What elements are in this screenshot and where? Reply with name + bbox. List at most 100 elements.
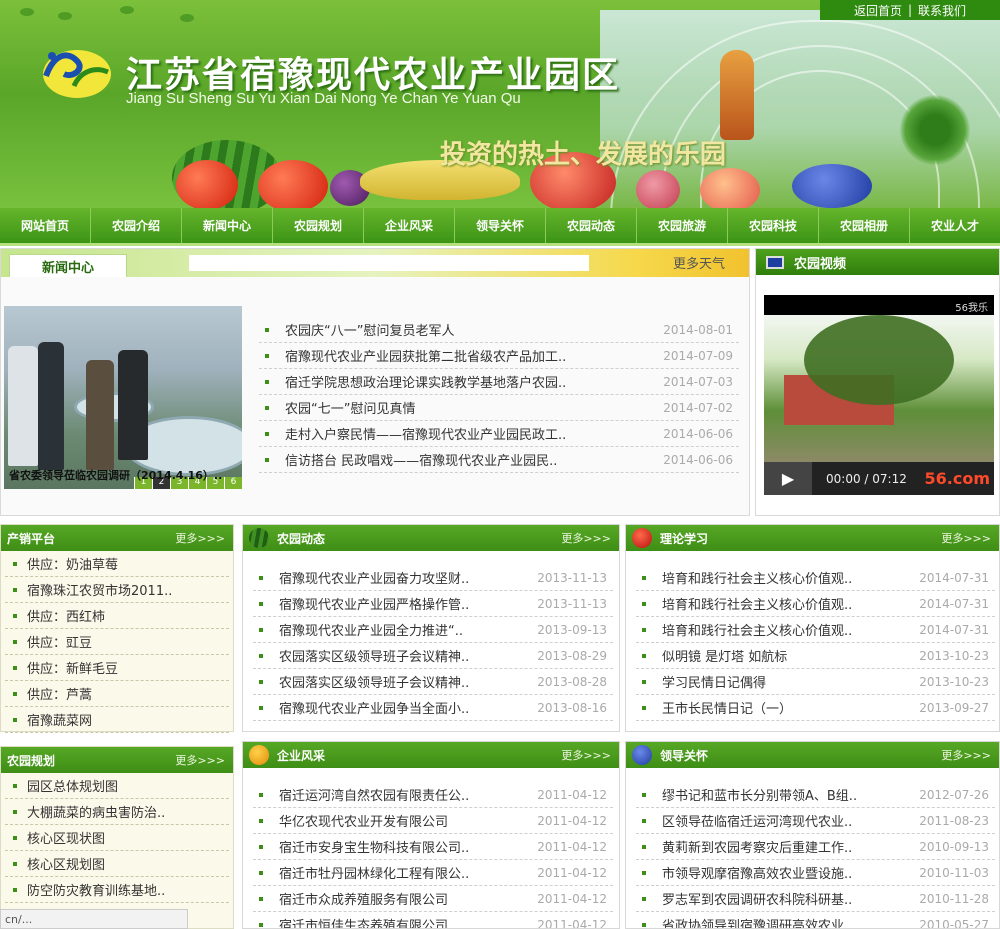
- video-player[interactable]: 56我乐 ▶ 00:00 / 07:12 56.com: [764, 295, 994, 495]
- list-item[interactable]: 似明镜 是灯塔 如航标 2013-10-23: [636, 643, 995, 669]
- list-item[interactable]: 罗志军到农园调研农科院科研基.. 2010-11-28: [636, 886, 995, 912]
- list-item[interactable]: 王市长民情日记（一） 2013-09-27: [636, 695, 995, 721]
- list-item[interactable]: 黄莉新到农园考察灾后重建工作.. 2010-09-13: [636, 834, 995, 860]
- sales-item[interactable]: 宿豫珠江农贸市场2011..: [27, 580, 229, 599]
- news-title[interactable]: 农园庆“八一”慰问复员老军人: [285, 320, 663, 339]
- list-item[interactable]: 宿豫珠江农贸市场2011..: [5, 577, 229, 603]
- nav-news[interactable]: 新闻中心: [182, 208, 273, 243]
- list-item[interactable]: 核心区规划图: [5, 851, 229, 877]
- list-item[interactable]: 学习民情日记偶得 2013-10-23: [636, 669, 995, 695]
- nav-home[interactable]: 网站首页: [0, 208, 91, 243]
- list-item[interactable]: 宿豫现代农业产业园全力推进“.. 2013-09-13: [253, 617, 613, 643]
- list-item[interactable]: 核心区现状图: [5, 825, 229, 851]
- theory-more-link[interactable]: 更多>>>: [941, 530, 991, 546]
- list-item[interactable]: 供应：西红柿: [5, 603, 229, 629]
- list-item[interactable]: 宿豫现代农业产业园严格操作管.. 2013-11-13: [253, 591, 613, 617]
- sales-item[interactable]: 供应：新鲜毛豆: [27, 658, 229, 677]
- enterprise-title[interactable]: 宿迁运河湾自然农园有限责任公..: [279, 785, 537, 804]
- enterprise-title[interactable]: 华亿农现代农业开发有限公司: [279, 811, 537, 830]
- play-icon[interactable]: ▶: [764, 462, 812, 495]
- list-item[interactable]: 宿豫现代农业产业园获批第二批省级农产品加工.. 2014-07-09: [259, 343, 739, 369]
- list-item[interactable]: 培育和践行社会主义核心价值观.. 2014-07-31: [636, 617, 995, 643]
- list-item[interactable]: 宿豫现代农业产业园争当全面小.. 2013-08-16: [253, 695, 613, 721]
- photo-caption[interactable]: 省农委领导莅临农园调研（2014.4.16）..: [9, 467, 222, 483]
- list-item[interactable]: 缪书记和蓝市长分别带领A、B组.. 2012-07-26: [636, 782, 995, 808]
- list-item[interactable]: 供应：奶油草莓: [5, 551, 229, 577]
- list-item[interactable]: 培育和践行社会主义核心价值观.. 2014-07-31: [636, 565, 995, 591]
- list-item[interactable]: 华亿农现代农业开发有限公司 2011-04-12: [253, 808, 613, 834]
- planning-item[interactable]: 园区总体规划图: [27, 776, 229, 795]
- news-title[interactable]: 走村入户察民情——宿豫现代农业产业园民政工..: [285, 424, 663, 443]
- enterprise-title[interactable]: 宿迁市众成养殖服务有限公司: [279, 889, 537, 908]
- nav-enterprise[interactable]: 企业风采: [364, 208, 455, 243]
- news-title[interactable]: 宿豫现代农业产业园获批第二批省级农产品加工..: [285, 346, 663, 365]
- theory-title[interactable]: 培育和践行社会主义核心价值观..: [662, 568, 919, 587]
- leaders-title[interactable]: 省政协领导到宿豫调研高效农业..: [662, 915, 919, 928]
- sales-item[interactable]: 供应：西红柿: [27, 606, 229, 625]
- leaders-title[interactable]: 罗志军到农园调研农科院科研基..: [662, 889, 919, 908]
- list-item[interactable]: 宿豫蔬菜网: [5, 707, 229, 733]
- list-item[interactable]: 宿迁运河湾自然农园有限责任公.. 2011-04-12: [253, 782, 613, 808]
- park-logo[interactable]: [38, 42, 116, 102]
- nav-album[interactable]: 农园相册: [819, 208, 910, 243]
- enterprise-more-link[interactable]: 更多>>>: [561, 747, 611, 763]
- list-item[interactable]: 信访搭台 民政唱戏——宿豫现代农业产业园民.. 2014-06-06: [259, 447, 739, 473]
- tab-news-center[interactable]: 新闻中心: [9, 254, 127, 277]
- nav-intro[interactable]: 农园介绍: [91, 208, 182, 243]
- dynamics-title[interactable]: 宿豫现代农业产业园严格操作管..: [279, 594, 537, 613]
- theory-title[interactable]: 学习民情日记偶得: [662, 672, 919, 691]
- list-item[interactable]: 农园“七一”慰问见真情 2014-07-02: [259, 395, 739, 421]
- news-title[interactable]: 宿迁学院思想政治理论课实践教学基地落户农园..: [285, 372, 663, 391]
- list-item[interactable]: 大棚蔬菜的病虫害防治..: [5, 799, 229, 825]
- dynamics-title[interactable]: 农园落实区级领导班子会议精神..: [279, 646, 537, 665]
- news-title[interactable]: 信访搭台 民政唱戏——宿豫现代农业产业园民..: [285, 450, 663, 469]
- dynamics-title[interactable]: 宿豫现代农业产业园全力推进“..: [279, 620, 537, 639]
- list-item[interactable]: 市领导观摩宿豫高效农业暨设施.. 2010-11-03: [636, 860, 995, 886]
- list-item[interactable]: 走村入户察民情——宿豫现代农业产业园民政工.. 2014-06-06: [259, 421, 739, 447]
- home-link[interactable]: 返回首页: [854, 2, 902, 19]
- list-item[interactable]: 农园落实区级领导班子会议精神.. 2013-08-28: [253, 669, 613, 695]
- sales-more-link[interactable]: 更多>>>: [175, 530, 225, 546]
- list-item[interactable]: 宿迁市牡丹园林绿化工程有限公.. 2011-04-12: [253, 860, 613, 886]
- leaders-title[interactable]: 区领导莅临宿迁运河湾现代农业..: [662, 811, 919, 830]
- list-item[interactable]: 宿迁市安身宝生物科技有限公司.. 2011-04-12: [253, 834, 613, 860]
- news-photo-slideshow[interactable]: 1 2 3 4 5 6: [4, 306, 242, 489]
- nav-technology[interactable]: 农园科技: [728, 208, 819, 243]
- dynamics-title[interactable]: 宿豫现代农业产业园奋力攻坚财..: [279, 568, 537, 587]
- list-item[interactable]: 宿迁市众成养殖服务有限公司 2011-04-12: [253, 886, 613, 912]
- planning-item[interactable]: 大棚蔬菜的病虫害防治..: [27, 802, 229, 821]
- nav-dynamics[interactable]: 农园动态: [546, 208, 637, 243]
- planning-more-link[interactable]: 更多>>>: [175, 752, 225, 768]
- enterprise-title[interactable]: 宿迁市安身宝生物科技有限公司..: [279, 837, 537, 856]
- news-title[interactable]: 农园“七一”慰问见真情: [285, 398, 663, 417]
- leaders-more-link[interactable]: 更多>>>: [941, 747, 991, 763]
- list-item[interactable]: 宿迁学院思想政治理论课实践教学基地落户农园.. 2014-07-03: [259, 369, 739, 395]
- list-item[interactable]: 防空防灾教育训练基地..: [5, 877, 229, 903]
- theory-title[interactable]: 王市长民情日记（一）: [662, 698, 919, 717]
- dynamics-title[interactable]: 农园落实区级领导班子会议精神..: [279, 672, 537, 691]
- list-item[interactable]: 省政协领导到宿豫调研高效农业.. 2010-05-27: [636, 912, 995, 928]
- theory-title[interactable]: 似明镜 是灯塔 如航标: [662, 646, 919, 665]
- sales-item[interactable]: 宿豫蔬菜网: [27, 710, 229, 729]
- list-item[interactable]: 宿迁市恒佳生态养殖有限公司 2011-04-12: [253, 912, 613, 928]
- list-item[interactable]: 供应：豇豆: [5, 629, 229, 655]
- list-item[interactable]: 农园庆“八一”慰问复员老军人 2014-08-01: [259, 317, 739, 343]
- nav-talent[interactable]: 农业人才: [910, 208, 1000, 243]
- more-weather-link[interactable]: 更多天气: [673, 253, 725, 272]
- list-item[interactable]: 区领导莅临宿迁运河湾现代农业.. 2011-08-23: [636, 808, 995, 834]
- sales-item[interactable]: 供应：豇豆: [27, 632, 229, 651]
- list-item[interactable]: 农园落实区级领导班子会议精神.. 2013-08-29: [253, 643, 613, 669]
- planning-item[interactable]: 核心区规划图: [27, 854, 229, 873]
- enterprise-title[interactable]: 宿迁市恒佳生态养殖有限公司: [279, 915, 537, 928]
- list-item[interactable]: 培育和践行社会主义核心价值观.. 2014-07-31: [636, 591, 995, 617]
- nav-tourism[interactable]: 农园旅游: [637, 208, 728, 243]
- list-item[interactable]: 宿豫现代农业产业园奋力攻坚财.. 2013-11-13: [253, 565, 613, 591]
- planning-item[interactable]: 防空防灾教育训练基地..: [27, 880, 229, 899]
- leaders-title[interactable]: 市领导观摩宿豫高效农业暨设施..: [662, 863, 919, 882]
- contact-link[interactable]: 联系我们: [918, 2, 966, 19]
- list-item[interactable]: 供应：新鲜毛豆: [5, 655, 229, 681]
- list-item[interactable]: 供应：芦蒿: [5, 681, 229, 707]
- theory-title[interactable]: 培育和践行社会主义核心价值观..: [662, 620, 919, 639]
- sales-item[interactable]: 供应：芦蒿: [27, 684, 229, 703]
- video-brand-logo[interactable]: 56.com: [925, 469, 991, 488]
